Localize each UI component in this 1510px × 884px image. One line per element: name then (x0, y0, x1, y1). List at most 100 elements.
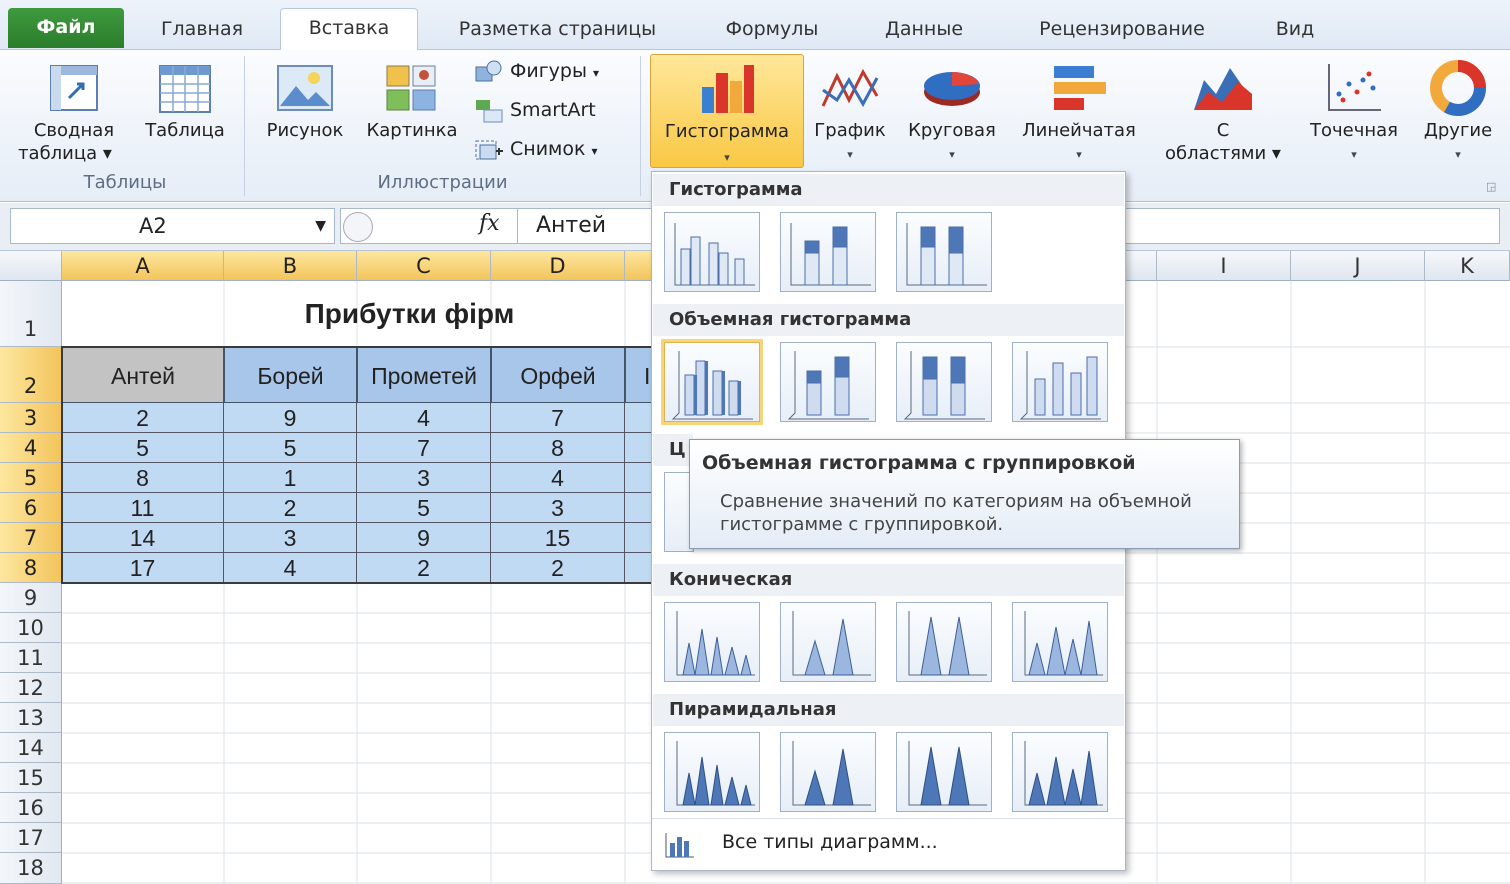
column-header-a[interactable]: A (62, 251, 224, 281)
row-header[interactable]: 1 (0, 281, 62, 347)
3d-pyramid-option[interactable] (1012, 732, 1108, 812)
table-cell[interactable]: 3 (491, 493, 625, 523)
column-header-b[interactable]: B (224, 251, 357, 281)
name-box[interactable]: A2 ▼ (10, 208, 335, 244)
clustered-cone-option[interactable] (664, 602, 760, 682)
table-header-cell[interactable]: Антей (62, 347, 224, 403)
tab-home[interactable]: Главная (142, 10, 262, 50)
pivot-table-button[interactable]: Сводная таблица ▾ (18, 50, 130, 168)
row-header[interactable]: 16 (0, 793, 62, 823)
table-cell[interactable]: 1 (224, 463, 357, 493)
table-cell[interactable]: 2 (357, 553, 491, 583)
table-cell[interactable]: 14 (62, 523, 224, 553)
table-cell[interactable]: 9 (224, 403, 357, 433)
tab-data[interactable]: Данные (866, 10, 982, 50)
row-header[interactable]: 4 (0, 433, 62, 463)
tab-file[interactable]: Файл (8, 8, 124, 48)
scatter-chart-button[interactable]: Точечная ▾ (1298, 50, 1410, 168)
table-cell[interactable]: 4 (224, 553, 357, 583)
table-cell[interactable]: 9 (357, 523, 491, 553)
column-header-h[interactable] (1124, 251, 1157, 281)
column-chart-label: Гистограмма (664, 121, 790, 142)
area-chart-button[interactable]: С областями ▾ (1152, 50, 1294, 168)
table-cell[interactable]: 5 (357, 493, 491, 523)
row-header[interactable]: 18 (0, 853, 62, 884)
3d-stacked-column-option[interactable] (780, 342, 876, 422)
row-header[interactable]: 10 (0, 613, 62, 643)
column-header-c[interactable]: C (357, 251, 491, 281)
picture-button[interactable]: Рисунок (256, 50, 354, 168)
table-cell[interactable]: 2 (491, 553, 625, 583)
table-cell[interactable]: 15 (491, 523, 625, 553)
table-cell[interactable]: 5 (62, 433, 224, 463)
row-header[interactable]: 12 (0, 673, 62, 703)
tab-view[interactable]: Вид (1260, 10, 1330, 50)
column-header-k[interactable]: K (1425, 251, 1510, 281)
table-cell[interactable]: 7 (491, 403, 625, 433)
stacked-pyramid-option[interactable] (780, 732, 876, 812)
table-cell[interactable]: 5 (224, 433, 357, 463)
tab-formulas[interactable]: Формулы (708, 10, 836, 50)
formula-expand-handle[interactable] (343, 212, 373, 242)
table-cell[interactable]: 4 (357, 403, 491, 433)
all-chart-types-button[interactable]: Все типы диаграмм... (652, 818, 1125, 870)
column-header-j[interactable]: J (1291, 251, 1425, 281)
row-header[interactable]: 3 (0, 403, 62, 433)
row-header[interactable]: 17 (0, 823, 62, 853)
row-header[interactable]: 14 (0, 733, 62, 763)
row-header[interactable]: 11 (0, 643, 62, 673)
column-chart-button[interactable]: Гистограмма ▾ (650, 54, 804, 168)
table-header-cell[interactable]: Орфей (491, 347, 625, 403)
row-header[interactable]: 8 (0, 553, 62, 583)
table-cell[interactable]: 3 (224, 523, 357, 553)
name-box-dropdown-icon[interactable]: ▼ (315, 209, 326, 243)
table-button[interactable]: Таблица (135, 50, 235, 168)
row-header[interactable]: 6 (0, 493, 62, 523)
row-header[interactable]: 7 (0, 523, 62, 553)
table-cell[interactable]: 2 (224, 493, 357, 523)
row-header[interactable]: 13 (0, 703, 62, 733)
tab-insert[interactable]: Вставка (280, 8, 418, 51)
clustered-pyramid-option[interactable] (664, 732, 760, 812)
percent-stacked-pyramid-option[interactable] (896, 732, 992, 812)
select-all-corner[interactable] (0, 251, 62, 281)
tab-page-layout[interactable]: Разметка страницы (440, 10, 675, 50)
dialog-launcher-icon[interactable]: ◲ (1486, 180, 1496, 193)
percent-stacked-column-option[interactable] (896, 212, 992, 292)
table-cell[interactable]: 3 (357, 463, 491, 493)
insert-function-button[interactable]: fx (479, 211, 500, 236)
table-cell[interactable]: 2 (62, 403, 224, 433)
stacked-column-option[interactable] (780, 212, 876, 292)
screenshot-button[interactable]: Снимок ▾ (474, 134, 598, 164)
pie-chart-button[interactable]: Круговая ▾ (900, 50, 1004, 168)
table-cell[interactable]: 8 (62, 463, 224, 493)
table-cell[interactable]: 8 (491, 433, 625, 463)
bar-chart-button[interactable]: Линейчатая ▾ (1010, 50, 1148, 168)
table-cell[interactable]: 11 (62, 493, 224, 523)
row-header[interactable]: 5 (0, 463, 62, 493)
3d-clustered-column-option[interactable] (661, 339, 763, 425)
percent-stacked-cone-option[interactable] (896, 602, 992, 682)
table-cell[interactable]: 7 (357, 433, 491, 463)
clustered-column-option[interactable] (664, 212, 760, 292)
shapes-button[interactable]: Фигуры ▾ (474, 56, 599, 86)
other-charts-button[interactable]: Другие ▾ (1410, 50, 1506, 168)
line-chart-button[interactable]: График ▾ (806, 50, 894, 168)
row-header[interactable]: 15 (0, 763, 62, 793)
smartart-button[interactable]: SmartArt (474, 95, 596, 125)
stacked-cone-option[interactable] (780, 602, 876, 682)
3d-column-option[interactable] (1012, 342, 1108, 422)
3d-percent-stacked-column-option[interactable] (896, 342, 992, 422)
formula-input[interactable]: Антей (536, 209, 606, 243)
row-header[interactable]: 2 (0, 347, 62, 403)
clipart-button[interactable]: Картинка (356, 50, 468, 168)
table-cell[interactable]: 17 (62, 553, 224, 583)
row-header[interactable]: 9 (0, 583, 62, 613)
column-header-i[interactable]: I (1157, 251, 1291, 281)
column-header-d[interactable]: D (491, 251, 625, 281)
table-header-cell[interactable]: Прометей (357, 347, 491, 403)
table-header-cell[interactable]: Борей (224, 347, 357, 403)
3d-cone-option[interactable] (1012, 602, 1108, 682)
tab-review[interactable]: Рецензирование (1012, 10, 1232, 50)
table-cell[interactable]: 4 (491, 463, 625, 493)
